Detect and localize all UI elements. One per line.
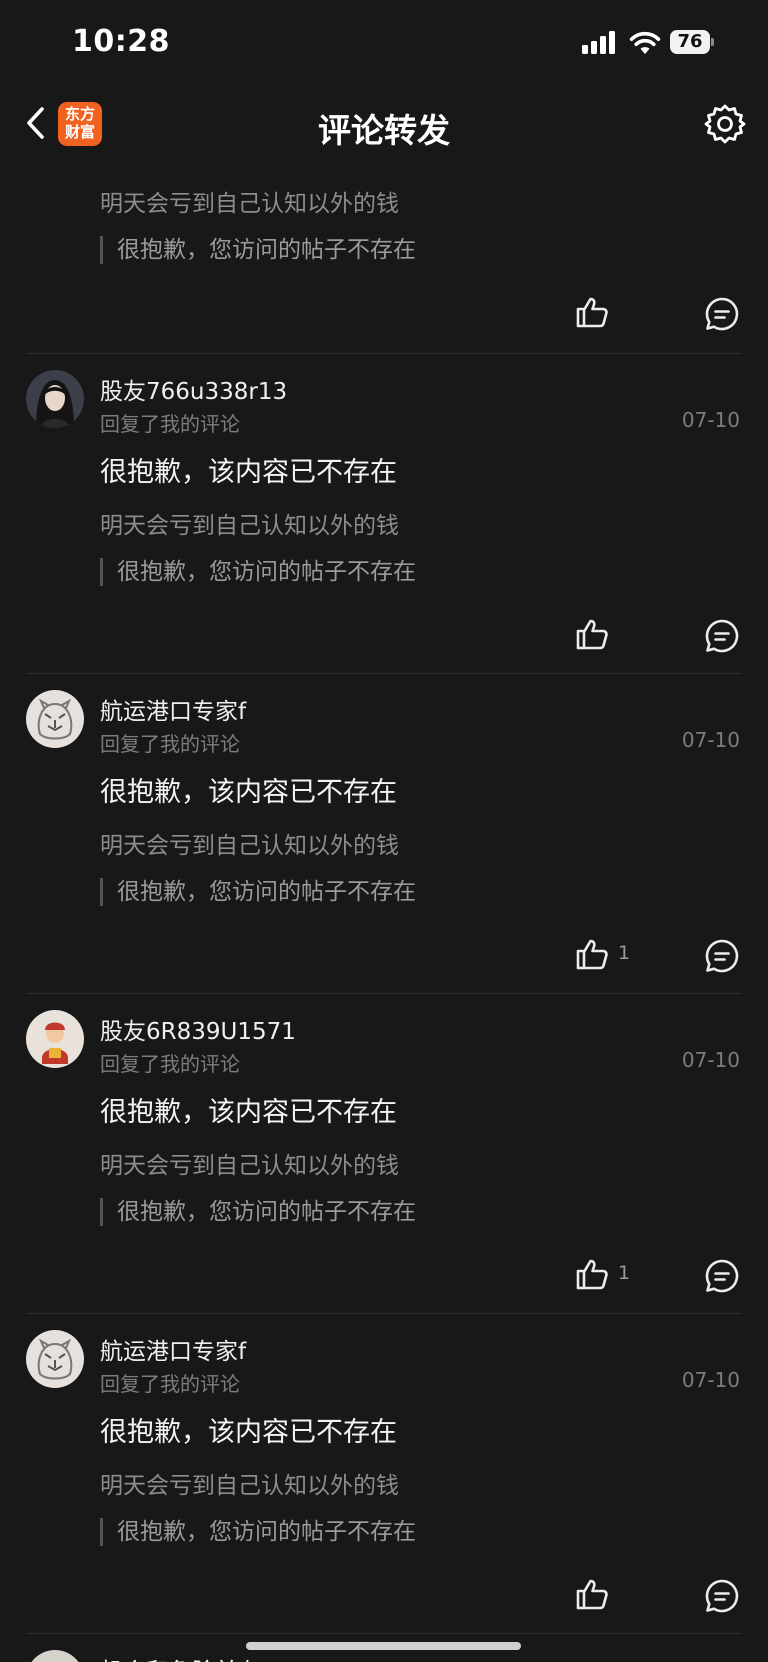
comment-text: 很抱歉，该内容已不存在	[100, 777, 397, 808]
status-time: 10:28	[72, 24, 170, 59]
reply-label: 回复了我的评论	[100, 732, 240, 756]
reply-button[interactable]	[703, 1257, 741, 1295]
avatar[interactable]	[26, 1650, 84, 1662]
comment-date: 07-10	[681, 728, 740, 752]
home-indicator[interactable]	[246, 1642, 521, 1650]
comment-card[interactable]: 股友766u338r13 回复了我的评论 07-10 很抱歉，该内容已不存在 明…	[0, 354, 768, 674]
chat-bubble-icon	[705, 1259, 739, 1293]
reply-label: 回复了我的评论	[100, 1052, 240, 1076]
comment-date: 07-10	[681, 1048, 740, 1072]
username[interactable]: 股友6R839U1571	[100, 1012, 296, 1046]
comment-card[interactable]: 股友6R839U1571 回复了我的评论 07-10 很抱歉，该内容已不存在 明…	[0, 994, 768, 1314]
quoted-comment: 明天会亏到自己认知以外的钱	[100, 191, 399, 217]
quoted-comment: 明天会亏到自己认知以外的钱	[100, 513, 399, 539]
comment-card[interactable]: 明天会亏到自己认知以外的钱 很抱歉，您访问的帖子不存在	[0, 164, 768, 346]
comment-text: 很抱歉，该内容已不存在	[100, 1097, 397, 1128]
chat-bubble-icon	[705, 1579, 739, 1613]
cellular-signal-icon	[582, 30, 618, 54]
post-reference[interactable]: 很抱歉，您访问的帖子不存在	[100, 1518, 416, 1546]
avatar[interactable]	[26, 690, 84, 748]
comment-forward-screen: 10:28 76 东方 财富 评论转发 明天会亏到自己认知以外的钱 很抱歉，您访…	[0, 0, 768, 1662]
nav-bar: 东方 财富 评论转发	[0, 86, 768, 164]
chat-bubble-icon	[705, 619, 739, 653]
comment-text: 很抱歉，该内容已不存在	[100, 457, 397, 488]
avatar[interactable]	[26, 1010, 84, 1068]
avatar[interactable]	[26, 370, 84, 428]
like-count: 1	[618, 1262, 631, 1284]
avatar[interactable]	[26, 1330, 84, 1388]
comment-text: 很抱歉，该内容已不存在	[100, 1417, 397, 1448]
status-bar: 10:28 76	[0, 0, 768, 86]
username[interactable]: 机会和危险并存	[100, 1652, 261, 1662]
page-title: 评论转发	[318, 111, 450, 150]
thumbs-up-icon	[576, 1579, 608, 1610]
reply-label: 回复了我的评论	[100, 412, 240, 436]
like-button[interactable]	[574, 616, 634, 656]
thumbs-up-icon	[576, 1259, 608, 1290]
quoted-comment: 明天会亏到自己认知以外的钱	[100, 833, 399, 859]
chat-bubble-icon	[705, 939, 739, 973]
reply-label: 回复了我的评论	[100, 1372, 240, 1396]
battery-level: 76	[677, 31, 703, 52]
thumbs-up-icon	[576, 297, 608, 328]
quoted-comment: 明天会亏到自己认知以外的钱	[100, 1153, 399, 1179]
gear-icon[interactable]	[703, 102, 747, 146]
quoted-comment: 明天会亏到自己认知以外的钱	[100, 1473, 399, 1499]
comment-date: 07-10	[681, 408, 740, 432]
like-button[interactable]	[574, 1576, 634, 1616]
post-reference[interactable]: 很抱歉，您访问的帖子不存在	[100, 1198, 416, 1226]
reply-button[interactable]	[703, 295, 741, 333]
comment-card[interactable]: 航运港口专家f 回复了我的评论 07-10 很抱歉，该内容已不存在 明天会亏到自…	[0, 674, 768, 994]
comment-list[interactable]: 明天会亏到自己认知以外的钱 很抱歉，您访问的帖子不存在 股友766u338r13…	[0, 164, 768, 1662]
comment-card[interactable]: 航运港口专家f 回复了我的评论 07-10 很抱歉，该内容已不存在 明天会亏到自…	[0, 1314, 768, 1634]
thumbs-up-icon	[576, 939, 608, 970]
like-button[interactable]	[574, 294, 634, 334]
post-reference[interactable]: 很抱歉，您访问的帖子不存在	[100, 558, 416, 586]
username[interactable]: 航运港口专家f	[100, 1332, 246, 1366]
comment-date: 07-10	[681, 1368, 740, 1392]
username[interactable]: 航运港口专家f	[100, 692, 246, 726]
username[interactable]: 股友766u338r13	[100, 372, 287, 406]
like-button[interactable]: 1	[574, 1256, 634, 1296]
battery-icon: 76	[670, 30, 714, 54]
reply-button[interactable]	[703, 1577, 741, 1615]
thumbs-up-icon	[576, 619, 608, 650]
wifi-icon	[629, 31, 661, 54]
like-button[interactable]: 1	[574, 936, 634, 976]
reply-button[interactable]	[703, 617, 741, 655]
like-count: 1	[618, 942, 631, 964]
post-reference[interactable]: 很抱歉，您访问的帖子不存在	[100, 236, 416, 264]
chat-bubble-icon	[705, 297, 739, 331]
reply-button[interactable]	[703, 937, 741, 975]
post-reference[interactable]: 很抱歉，您访问的帖子不存在	[100, 878, 416, 906]
